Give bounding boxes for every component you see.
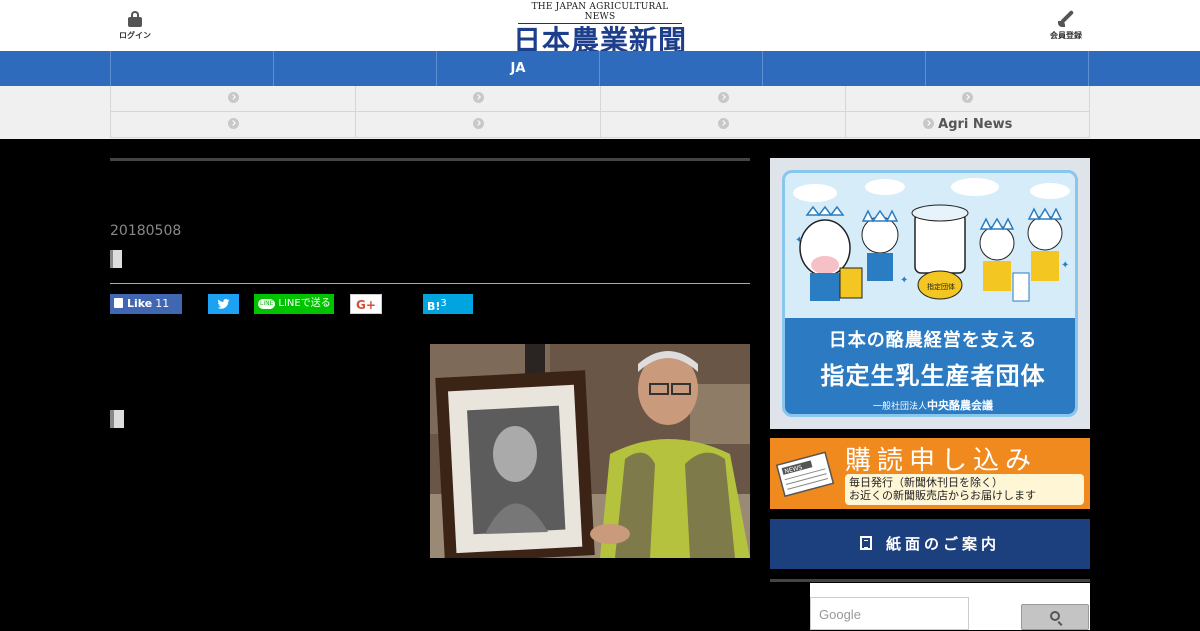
search-input[interactable]: Google: [810, 597, 969, 630]
twitter-bird-icon: [217, 299, 230, 309]
dairy-ad-org-name: 中央酪農会議: [927, 399, 993, 412]
register-label: 会員登録: [1050, 31, 1082, 40]
chevron-right-icon: [472, 118, 484, 129]
twitter-share-button[interactable]: [208, 294, 239, 314]
search-button[interactable]: [1021, 604, 1089, 630]
newspaper-icon: NEWS: [776, 451, 835, 498]
article-title-glyph: [110, 250, 122, 268]
svg-text:✦: ✦: [900, 275, 908, 286]
primary-nav-item[interactable]: [599, 51, 762, 86]
subscribe-ad[interactable]: NEWS 購読申し込み 毎日発行（新聞休刊日を除く） お近くの新聞販売店からお届…: [770, 438, 1090, 509]
dairy-association-ad[interactable]: 指定団体 ✦ ✦ ✦ 日本の酪農経営を支える 指定生乳生産者団体 一般社団法人中…: [770, 158, 1090, 429]
primary-nav-item[interactable]: [110, 51, 273, 86]
secondary-nav: Agri News: [0, 86, 1200, 139]
dairy-ad-line1: 日本の酪農経営を支える: [828, 330, 1038, 351]
secondary-nav-label: Agri News: [938, 117, 1013, 132]
google-plus-button[interactable]: G+: [350, 294, 382, 314]
secondary-nav-item[interactable]: [355, 86, 600, 112]
primary-nav-item[interactable]: [925, 51, 1089, 86]
line-share-button[interactable]: LINE LINEで送る: [254, 294, 334, 314]
designated-group-badge-text: 指定団体: [927, 282, 955, 291]
subscribe-headline: 購読申し込み: [845, 446, 1038, 476]
secondary-nav-item[interactable]: [110, 112, 355, 138]
secondary-nav-item[interactable]: [355, 112, 600, 138]
document-icon: [859, 536, 872, 550]
secondary-nav-item[interactable]: [845, 86, 1090, 112]
facebook-like-count: 11: [155, 297, 170, 310]
hatena-bookmark-button[interactable]: B!3: [423, 294, 473, 314]
hatena-label: B!: [427, 300, 441, 313]
chevron-right-icon: [472, 92, 484, 103]
subscribe-note: 毎日発行（新聞休刊日を除く） お近くの新聞販売店からお届けします: [845, 474, 1084, 505]
secondary-nav-item[interactable]: [600, 86, 845, 112]
register-button[interactable]: 会員登録: [1044, 9, 1088, 41]
article-divider: [110, 283, 750, 284]
article-body-glyph: [110, 410, 124, 428]
dairy-ad-org-prefix: 一般社団法人: [872, 402, 927, 412]
line-icon: LINE: [258, 299, 276, 309]
primary-nav: JA: [0, 51, 1200, 86]
secondary-nav-item[interactable]: [110, 86, 355, 112]
dairy-ad-org: 一般社団法人中央酪農会議: [785, 397, 1075, 413]
dairy-ad-line2: 指定生乳生産者団体: [820, 362, 1046, 390]
svg-text:✦: ✦: [1061, 260, 1069, 271]
paper-guide-label: 紙面のご案内: [885, 535, 1000, 553]
google-search-box: Google: [810, 583, 1090, 630]
primary-nav-item-ja[interactable]: JA: [436, 51, 599, 86]
hatena-count: 3: [440, 298, 447, 309]
chevron-right-icon: [227, 92, 239, 103]
brush-icon: [1057, 9, 1075, 28]
chevron-right-icon: [962, 92, 973, 103]
paper-guide-button[interactable]: 紙面のご案内: [770, 519, 1090, 569]
logo-english: THE JAPAN AGRICULTURAL NEWS: [518, 2, 682, 24]
primary-nav-item[interactable]: [762, 51, 925, 86]
article-photo: [430, 344, 750, 558]
lock-icon: [128, 11, 142, 28]
sidebar-divider: [770, 579, 1090, 582]
subscribe-note-line1: 毎日発行（新聞休刊日を除く）: [849, 476, 1003, 489]
secondary-nav-item[interactable]: [600, 112, 845, 138]
facebook-like-label: Like: [127, 297, 153, 310]
subscribe-note-line2: お近くの新聞販売店からお届けします: [849, 489, 1036, 502]
secondary-nav-item-agri-news[interactable]: Agri News: [845, 112, 1090, 138]
facebook-like-button[interactable]: Like 11: [110, 294, 182, 314]
search-icon: [1050, 611, 1060, 621]
chevron-right-icon: [922, 118, 934, 129]
login-button[interactable]: ログイン: [116, 11, 154, 41]
article-date: 20180508: [110, 223, 182, 239]
chevron-right-icon: [717, 118, 729, 129]
primary-nav-item[interactable]: [273, 51, 436, 86]
svg-text:✦: ✦: [795, 235, 803, 246]
dairy-ad-inner: 指定団体 ✦ ✦ ✦ 日本の酪農経営を支える 指定生乳生産者団体 一般社団法人中…: [782, 170, 1078, 417]
thumbs-up-icon: [114, 298, 123, 308]
chevron-right-icon: [717, 92, 729, 103]
site-logo[interactable]: THE JAPAN AGRICULTURAL NEWS 日本農業新聞: [500, 2, 700, 57]
line-share-label: LINEで送る: [278, 298, 331, 309]
chevron-right-icon: [227, 118, 239, 129]
site-header: ログイン THE JAPAN AGRICULTURAL NEWS 日本農業新聞 …: [0, 0, 1200, 57]
login-label: ログイン: [119, 31, 151, 40]
dairy-ad-illustration: 指定団体 ✦ ✦ ✦: [793, 178, 1070, 302]
photo-illustration: [430, 344, 750, 558]
article-top-divider: [110, 158, 750, 161]
dairy-ad-band: 日本の酪農経営を支える 指定生乳生産者団体 一般社団法人中央酪農会議: [785, 318, 1075, 414]
